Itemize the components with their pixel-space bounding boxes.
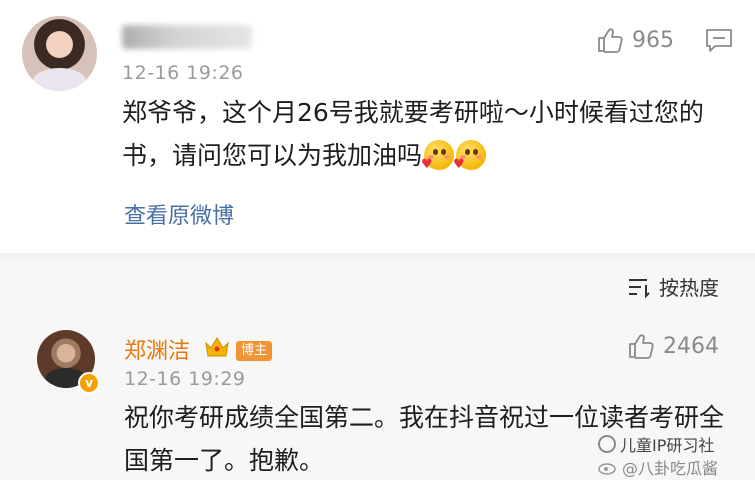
blush-emoji-icon: ♥: [421, 140, 455, 171]
wechat-icon: [598, 435, 616, 453]
thumbs-up-icon: [629, 334, 654, 359]
sort-icon: [629, 278, 650, 298]
like-count: 2464: [663, 333, 719, 359]
sort-by-hot-button[interactable]: 按热度: [627, 272, 719, 301]
watermark-text-2: @八卦吃瓜酱: [622, 459, 719, 478]
avatar-shirt: [32, 68, 87, 91]
comment-text: 郑爷爷，这个月26号我就要考研啦～小时候看过您的书，请问您可以为我加油吗 ♥ ♥: [122, 91, 732, 177]
divider: [0, 253, 755, 261]
view-original-link[interactable]: 查看原微博: [124, 198, 234, 230]
watermark-text-1: 儿童IP研习社: [620, 436, 715, 455]
thumbs-up-icon: [598, 28, 623, 53]
crown-icon: [205, 337, 229, 357]
like-count: 965: [632, 27, 674, 53]
sort-label: 按热度: [659, 276, 719, 300]
like-button[interactable]: 965: [596, 27, 674, 53]
verified-badge-icon: v: [78, 372, 100, 394]
comment-timestamp: 12-16 19:29: [124, 368, 246, 390]
weibo-icon: [598, 463, 616, 475]
avatar[interactable]: [22, 16, 97, 91]
host-tag: 博主: [236, 341, 273, 361]
comment-timestamp: 12-16 19:26: [122, 62, 244, 84]
comment-text-content: 郑爷爷，这个月26号我就要考研啦～小时候看过您的书，请问您可以为我加油吗: [122, 98, 704, 170]
like-button[interactable]: 2464: [627, 333, 719, 359]
blush-emoji-icon: ♥: [453, 140, 487, 171]
blurred-username: [122, 25, 252, 49]
username[interactable]: 郑渊洁: [124, 333, 190, 365]
watermark-line-2: @八卦吃瓜酱: [598, 455, 718, 479]
watermark-line-1: 儿童IP研习社: [598, 432, 714, 456]
reply-icon[interactable]: [705, 28, 733, 54]
